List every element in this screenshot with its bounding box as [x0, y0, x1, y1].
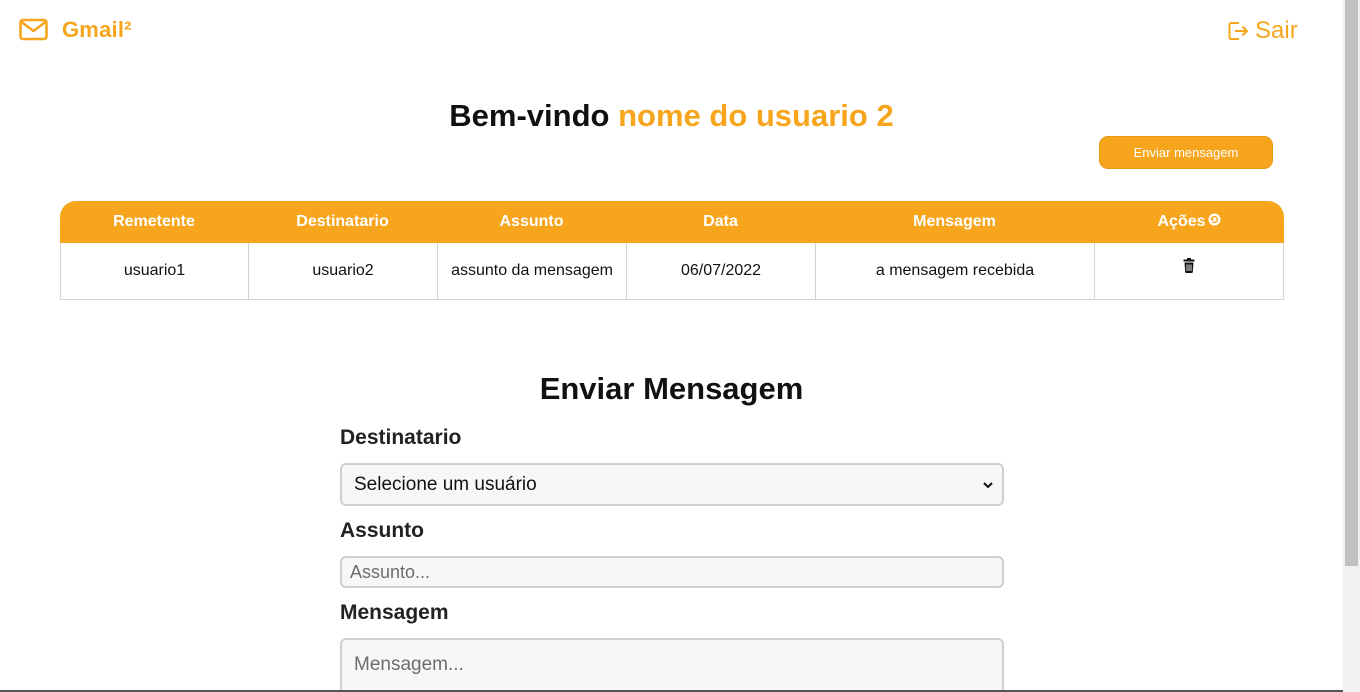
- trash-icon[interactable]: [1183, 257, 1195, 278]
- column-remetente: Remetente: [60, 201, 248, 243]
- logout-label: Sair: [1255, 17, 1298, 44]
- column-acoes: Ações: [1094, 201, 1284, 243]
- destinatario-label: Destinatario: [340, 426, 462, 449]
- mail-icon: [19, 18, 48, 42]
- cell-actions: [1094, 243, 1284, 300]
- cell-assunto: assunto da mensagem: [437, 243, 626, 300]
- page: Gmail² Sair Bem-vindo nome do usuario 2 …: [0, 0, 1343, 692]
- destinatario-selected: Selecione um usuário: [354, 473, 537, 495]
- cell-remetente: usuario1: [60, 243, 248, 300]
- cell-destinatario: usuario2: [248, 243, 437, 300]
- column-mensagem: Mensagem: [815, 201, 1094, 243]
- brand[interactable]: Gmail²: [19, 17, 132, 43]
- logout-button[interactable]: Sair: [1227, 17, 1298, 45]
- column-acoes-label: Ações: [1157, 213, 1206, 230]
- table-row: usuario1 usuario2 assunto da mensagem 06…: [60, 243, 1284, 300]
- scrollbar-thumb[interactable]: [1345, 0, 1358, 566]
- welcome-heading: Bem-vindo nome do usuario 2: [0, 98, 1343, 134]
- welcome-prefix: Bem-vindo: [449, 98, 619, 133]
- chevron-down-icon: [982, 474, 994, 496]
- table-header-row: Remetente Destinatario Assunto Data Mens…: [60, 201, 1284, 243]
- refresh-icon[interactable]: [1208, 213, 1221, 231]
- destinatario-select[interactable]: Selecione um usuário: [340, 463, 1004, 506]
- column-data: Data: [626, 201, 815, 243]
- mensagem-textarea[interactable]: [340, 638, 1004, 692]
- column-assunto: Assunto: [437, 201, 626, 243]
- assunto-label: Assunto: [340, 519, 424, 542]
- assunto-input[interactable]: [340, 556, 1004, 588]
- cell-data: 06/07/2022: [626, 243, 815, 300]
- vertical-scrollbar[interactable]: [1343, 0, 1360, 692]
- welcome-username: nome do usuario 2: [618, 98, 894, 133]
- logout-icon: [1227, 20, 1249, 42]
- column-destinatario: Destinatario: [248, 201, 437, 243]
- brand-name: Gmail²: [62, 17, 132, 42]
- cell-mensagem: a mensagem recebida: [815, 243, 1094, 300]
- mensagem-label: Mensagem: [340, 601, 449, 624]
- send-message-button[interactable]: Enviar mensagem: [1099, 136, 1273, 169]
- form-title: Enviar Mensagem: [539, 371, 804, 406]
- messages-table: Remetente Destinatario Assunto Data Mens…: [60, 201, 1284, 300]
